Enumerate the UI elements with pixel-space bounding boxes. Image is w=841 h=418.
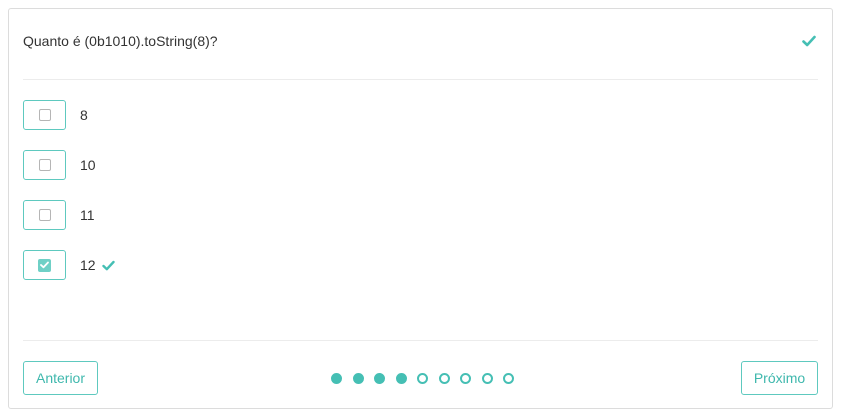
option-label: 11 (80, 207, 95, 223)
option-item[interactable]: 11 (23, 200, 115, 230)
option-checkbox-button[interactable] (23, 150, 66, 180)
page-dot[interactable] (331, 373, 342, 384)
divider (23, 340, 818, 341)
checkbox-checked-icon[interactable] (38, 258, 51, 272)
option-label: 10 (80, 157, 96, 173)
option-checkbox-button[interactable] (23, 100, 66, 130)
checkbox-icon[interactable] (38, 109, 51, 121)
check-icon (802, 35, 816, 47)
option-item[interactable]: 8 (23, 100, 115, 130)
divider (23, 79, 818, 80)
quiz-card: Quanto é (0b1010).toString(8)? 8 10 11 1… (8, 8, 833, 409)
option-item[interactable]: 10 (23, 150, 115, 180)
page-dot[interactable] (352, 373, 364, 384)
option-item[interactable]: 12 (23, 250, 115, 280)
previous-button[interactable]: Anterior (23, 361, 98, 395)
page-dot[interactable] (374, 373, 385, 384)
pagination-dots (331, 373, 525, 384)
page-dot[interactable] (438, 373, 450, 384)
option-label: 8 (80, 107, 88, 123)
page-dot[interactable] (503, 373, 514, 384)
checkbox-icon[interactable] (38, 209, 51, 221)
page-dot[interactable] (417, 373, 428, 384)
question-text: Quanto é (0b1010).toString(8)? (23, 33, 218, 49)
page-dot[interactable] (481, 373, 493, 384)
option-label: 12 (80, 257, 96, 273)
next-button[interactable]: Próximo (741, 361, 818, 395)
checkmark-icon (40, 261, 49, 269)
quiz-footer: Anterior Próximo (23, 361, 818, 395)
option-checkbox-button[interactable] (23, 250, 66, 280)
option-checkbox-button[interactable] (23, 200, 66, 230)
page-dot[interactable] (395, 373, 407, 384)
checkbox-icon[interactable] (38, 159, 51, 171)
correct-answer-check-icon (101, 260, 115, 270)
page-dot[interactable] (460, 373, 471, 384)
options-list: 8 10 11 12 (23, 100, 115, 300)
